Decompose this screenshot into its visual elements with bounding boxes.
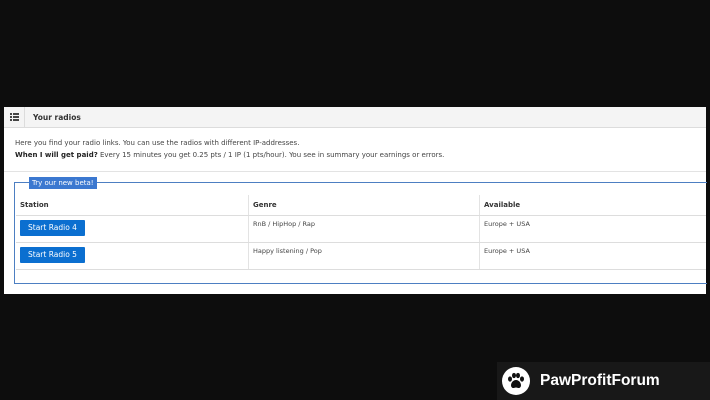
table-header-row: Station Genre Available [16, 195, 706, 216]
intro-text: Here you find your radio links. You can … [4, 128, 706, 161]
divider [4, 171, 706, 172]
list-icon[interactable] [4, 107, 25, 127]
panel-title: Your radios [33, 112, 81, 122]
paw-icon [502, 367, 530, 395]
header-genre: Genre [248, 195, 480, 216]
beta-box: Try our new beta! Station Genre Availabl… [14, 177, 707, 284]
header-station: Station [16, 195, 249, 216]
radio-table: Station Genre Available Start Radio 4 Rn… [16, 195, 706, 270]
table-row: Start Radio 4 RnB / HipHop / Rap Europe … [16, 215, 706, 243]
panel-header: Your radios [4, 107, 706, 128]
table-row: Start Radio 5 Happy listening / Pop Euro… [16, 242, 706, 270]
payment-question: When I will get paid? [15, 151, 98, 159]
watermark: PawProfitForum [497, 362, 710, 400]
start-radio-4-button[interactable]: Start Radio 4 [20, 220, 85, 236]
payment-answer: Every 15 minutes you get 0.25 pts / 1 IP… [97, 151, 445, 159]
genre-cell: Happy listening / Pop [248, 242, 480, 270]
station-cell: Start Radio 5 [16, 242, 249, 270]
watermark-text: PawProfitForum [540, 372, 660, 389]
available-cell: Europe + USA [479, 215, 706, 243]
station-cell: Start Radio 4 [16, 215, 249, 243]
available-cell: Europe + USA [479, 242, 706, 270]
intro-line-1: Here you find your radio links. You can … [15, 139, 300, 147]
radios-panel: Your radios Here you find your radio lin… [4, 107, 707, 294]
genre-cell: RnB / HipHop / Rap [248, 215, 480, 243]
start-radio-5-button[interactable]: Start Radio 5 [20, 247, 85, 263]
header-available: Available [479, 195, 706, 216]
intro-line-2: When I will get paid? Every 15 minutes y… [15, 149, 706, 161]
beta-legend[interactable]: Try our new beta! [29, 177, 97, 189]
